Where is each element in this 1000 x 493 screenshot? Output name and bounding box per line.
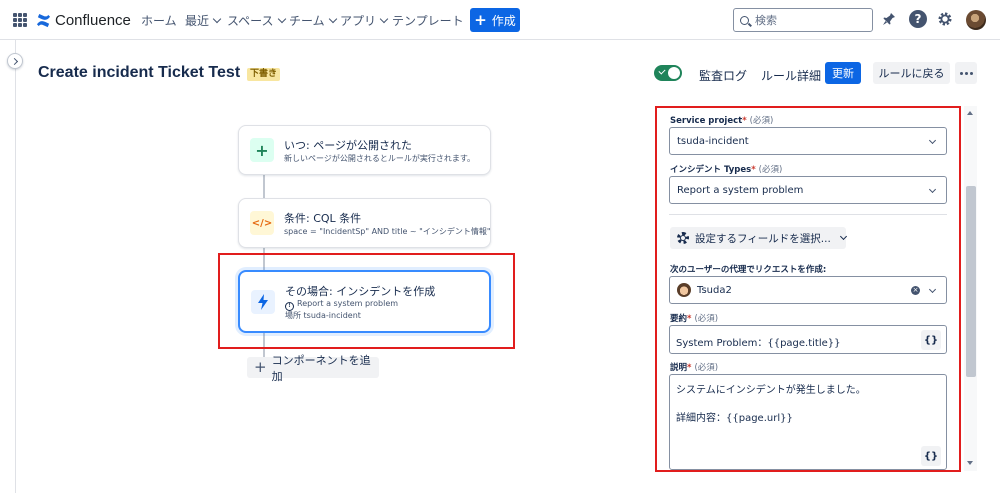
- nav-teams[interactable]: チーム: [289, 12, 338, 29]
- create-label: 作成: [491, 13, 516, 28]
- incident-type-label: インシデント Types* (必須): [670, 165, 783, 175]
- service-project-value: tsuda-incident: [677, 135, 749, 147]
- incident-type-value: Report a system problem: [677, 184, 804, 196]
- back-to-rules-button[interactable]: ルールに戻る: [873, 62, 950, 84]
- nav-home-label: ホーム: [141, 14, 177, 28]
- summary-label: 要約* (必須): [670, 314, 719, 324]
- nav-apps[interactable]: アプリ: [340, 12, 389, 29]
- app-switcher-icon[interactable]: [13, 13, 27, 27]
- settings-icon[interactable]: [936, 10, 954, 28]
- condition-title: 条件: CQL 条件: [284, 212, 362, 225]
- flow-connector: [263, 333, 265, 357]
- user-avatar[interactable]: [966, 10, 986, 30]
- nav-teams-label: チーム: [289, 14, 325, 28]
- scrollbar-thumb[interactable]: [966, 186, 976, 377]
- sidebar-divider: [15, 40, 16, 493]
- action-location: 場所 tsuda-incident: [285, 311, 361, 320]
- description-line1: システムにインシデントが発生しました。: [676, 385, 866, 396]
- add-component-label: コンポーネントを追加: [271, 353, 371, 383]
- action-title: その場合: インシデントを作成: [285, 285, 436, 298]
- incident-type-select[interactable]: Report a system problem: [669, 176, 947, 204]
- audit-log-link[interactable]: 監査ログ: [699, 67, 747, 84]
- flow-connector: [263, 174, 265, 198]
- plus-icon: +: [250, 138, 274, 162]
- on-behalf-user-select[interactable]: Tsuda2 ×: [669, 276, 947, 304]
- condition-card[interactable]: </> 条件: CQL 条件 space = "IncidentSp" AND …: [238, 198, 491, 248]
- flow-connector: [263, 247, 265, 271]
- chevron-down-icon: [928, 285, 937, 294]
- search-input[interactable]: 検索: [733, 8, 873, 32]
- description-textarea[interactable]: システムにインシデントが発生しました。 詳細内容：{{page.url}} {}: [669, 374, 947, 470]
- expand-sidebar-button[interactable]: [7, 53, 23, 69]
- nav-home[interactable]: ホーム: [141, 12, 177, 29]
- user-avatar: [677, 283, 691, 297]
- nav-templates[interactable]: テンプレート: [392, 12, 464, 29]
- smart-value-button[interactable]: {}: [921, 446, 941, 466]
- select-fields-button[interactable]: 設定するフィールドを選択...: [670, 227, 847, 249]
- description-label: 説明* (必須): [670, 363, 719, 373]
- nav-apps-label: アプリ: [340, 14, 377, 28]
- help-icon[interactable]: ?: [909, 10, 927, 28]
- chevron-down-icon: [928, 185, 937, 194]
- create-button[interactable]: + 作成: [470, 8, 520, 32]
- search-icon: [740, 15, 749, 25]
- top-navigation: Confluence ホーム 最近 スペース チーム アプリ テンプレート + …: [0, 0, 1000, 40]
- chevron-down-icon: [328, 14, 337, 23]
- rule-details-link[interactable]: ルール詳細: [761, 67, 821, 84]
- rule-title: Create incident Ticket Test: [38, 64, 241, 81]
- description-line2: 詳細内容：{{page.url}}: [676, 413, 793, 424]
- scroll-down-icon[interactable]: [967, 461, 973, 465]
- nav-spaces[interactable]: スペース: [227, 12, 287, 29]
- select-fields-label: 設定するフィールドを選択...: [695, 232, 831, 245]
- gear-icon: [677, 232, 689, 244]
- chevron-down-icon: [839, 232, 847, 241]
- code-icon: </>: [250, 211, 274, 235]
- confluence-logo[interactable]: Confluence: [36, 10, 131, 30]
- draft-badge: 下書き: [247, 68, 281, 81]
- search-placeholder: 検索: [755, 14, 777, 27]
- check-icon: [658, 67, 666, 75]
- chevron-down-icon: [928, 136, 937, 145]
- confluence-logo-icon: [36, 13, 51, 27]
- notifications-icon[interactable]: [880, 10, 898, 28]
- action-detail-text: Report a system problem: [297, 299, 399, 308]
- action-card[interactable]: その場合: インシデントを作成 ! Report a system problem…: [238, 270, 491, 333]
- service-project-select[interactable]: tsuda-incident: [669, 127, 947, 155]
- nav-spaces-label: スペース: [227, 14, 274, 28]
- chevron-down-icon: [379, 14, 389, 23]
- more-icon: [959, 71, 963, 75]
- nav-recent-label: 最近: [185, 14, 210, 28]
- condition-subtitle: space = "IncidentSp" AND title ~ "インシデント…: [284, 227, 491, 236]
- more-actions-button[interactable]: [955, 62, 977, 84]
- trigger-title: いつ: ページが公開された: [284, 139, 412, 152]
- trigger-subtitle: 新しいページが公開されるとルールが実行されます。: [284, 154, 476, 163]
- summary-value: System Problem：{{page.title}}: [676, 338, 841, 349]
- on-behalf-label: 次のユーザーの代理でリクエストを作成:: [670, 265, 827, 275]
- smart-value-button[interactable]: {}: [921, 330, 941, 350]
- clear-icon[interactable]: ×: [911, 286, 920, 295]
- app-name: Confluence: [55, 11, 131, 29]
- chevron-down-icon: [277, 14, 286, 23]
- lightning-icon: [251, 290, 275, 314]
- summary-input[interactable]: System Problem：{{page.title}} {}: [669, 325, 947, 354]
- on-behalf-user-value: Tsuda2: [697, 284, 732, 296]
- chevron-down-icon: [212, 14, 222, 23]
- plus-icon: +: [254, 358, 267, 376]
- add-component-button[interactable]: + コンポーネントを追加: [247, 354, 379, 383]
- update-button[interactable]: 更新: [825, 62, 861, 84]
- nav-templates-label: テンプレート: [392, 14, 464, 28]
- trigger-card[interactable]: + いつ: ページが公開された 新しいページが公開されるとルールが実行されます。: [238, 125, 491, 175]
- scroll-up-icon[interactable]: [967, 111, 973, 115]
- rule-enabled-toggle[interactable]: [654, 65, 682, 81]
- chevron-right-icon: [10, 57, 18, 65]
- nav-recent[interactable]: 最近: [185, 12, 222, 29]
- panel-divider: [669, 214, 947, 215]
- plus-icon: +: [474, 10, 487, 29]
- service-project-label: Service project* (必須): [670, 116, 774, 126]
